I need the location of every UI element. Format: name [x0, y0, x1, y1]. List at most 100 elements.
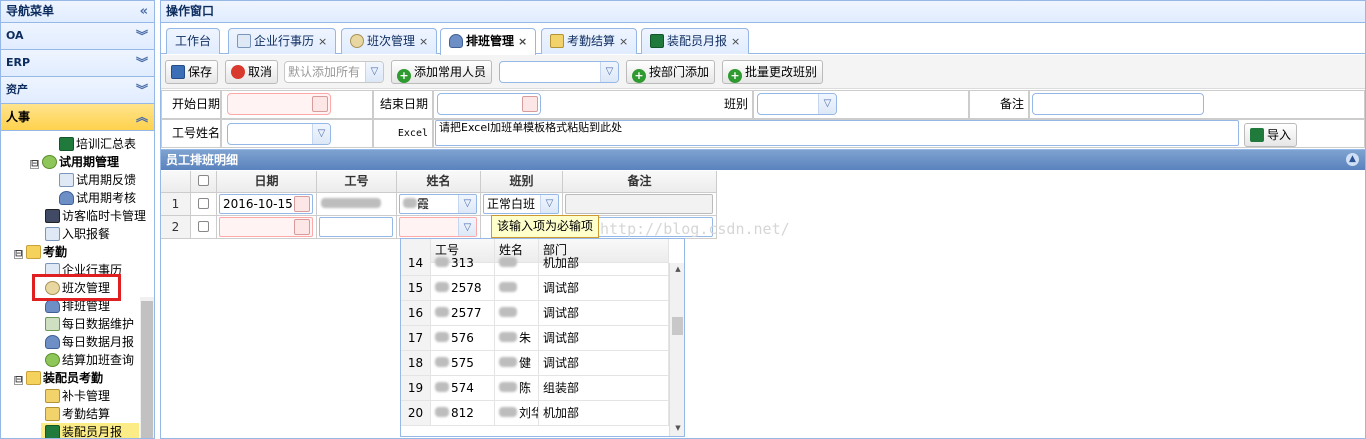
excel-paste-textarea[interactable]: 请把Excel加班单模板格式粘贴到此处 — [435, 120, 1239, 146]
chevron-down-icon[interactable]: ▽ — [365, 62, 383, 82]
row-name-select[interactable]: 霞 ▽ — [399, 194, 477, 214]
dropdown-employee-id[interactable]: 2578 — [431, 276, 495, 301]
dropdown-employee-id[interactable]: 575 — [431, 351, 495, 376]
header-name[interactable]: 姓名 — [397, 171, 481, 193]
dropdown-employee-id[interactable]: 2577 — [431, 301, 495, 326]
row-date-input[interactable] — [219, 217, 313, 237]
row-checkbox[interactable] — [198, 221, 209, 232]
scroll-down-icon[interactable]: ▼ — [670, 424, 684, 434]
accordion-erp[interactable]: ERP ︾ — [1, 50, 154, 77]
header-employee-id[interactable]: 工号 — [317, 171, 397, 193]
default-add-all-select[interactable]: 默认添加所有 ▽ — [284, 61, 384, 83]
dropdown-employee-name[interactable] — [495, 276, 539, 301]
chevron-down-icon[interactable]: ︾ — [136, 23, 148, 49]
calendar-icon[interactable] — [294, 219, 310, 235]
employee-dropdown-grid[interactable]: 工号 姓名 部门 14 313 机加部 15 2578 调试部 16 2577 调试部 17 576… — [400, 238, 685, 437]
dropdown-employee-id[interactable]: 576 — [431, 326, 495, 351]
chevron-up-icon[interactable]: ︽ — [136, 104, 148, 130]
save-button[interactable]: 保存 — [165, 60, 219, 84]
dropdown-employee-name[interactable] — [495, 301, 539, 326]
chevron-down-icon[interactable]: ▽ — [818, 94, 836, 114]
scroll-up-icon[interactable]: ▲ — [670, 265, 684, 275]
dropdown-row-number[interactable]: 14 — [401, 251, 431, 276]
tree-item-overtime-query[interactable]: 结算加班查询 — [45, 351, 134, 369]
dropdown-employee-id[interactable]: 812 — [431, 401, 495, 426]
dropdown-row-number[interactable]: 18 — [401, 351, 431, 376]
collapse-node-icon[interactable]: ⊟ — [14, 250, 23, 259]
shift-select[interactable]: ▽ — [757, 93, 837, 115]
select-all-checkbox[interactable] — [198, 175, 209, 186]
remark-input[interactable] — [1032, 93, 1204, 115]
header-date[interactable]: 日期 — [217, 171, 317, 193]
tab-schedule-management[interactable]: 排班管理 × — [440, 28, 537, 55]
row-date-input[interactable]: 2016-10-15 — [219, 194, 313, 214]
chevron-down-icon[interactable]: ︾ — [136, 77, 148, 103]
dropdown-department[interactable]: 机加部 — [539, 251, 669, 276]
tab-attendance-settlement[interactable]: 考勤结算 × — [541, 28, 638, 54]
batch-change-shift-button[interactable]: + 批量更改班别 — [722, 60, 824, 84]
dropdown-employee-name[interactable]: 朱 — [495, 326, 539, 351]
dropdown-row-number[interactable]: 15 — [401, 276, 431, 301]
dropdown-employee-name[interactable]: 陈 — [495, 376, 539, 401]
chevron-down-icon[interactable]: ▽ — [458, 195, 476, 213]
chevron-down-icon[interactable]: ▽ — [600, 62, 618, 82]
row-remark-input[interactable] — [565, 194, 713, 214]
tab-assembler-monthly[interactable]: 装配员月报 × — [641, 28, 750, 54]
end-date-input[interactable] — [437, 93, 541, 115]
close-icon[interactable]: × — [318, 35, 327, 48]
cancel-button[interactable]: 取消 — [225, 60, 279, 84]
chevron-down-icon[interactable]: ▽ — [458, 218, 476, 236]
add-by-department-button[interactable]: + 按部门添加 — [626, 60, 716, 84]
collapse-panel-icon[interactable]: ▲ — [1346, 153, 1359, 166]
tab-company-calendar[interactable]: 企业行事历 × — [228, 28, 337, 54]
calendar-icon[interactable] — [294, 196, 310, 212]
dropdown-department[interactable]: 调试部 — [539, 326, 669, 351]
dropdown-row-number[interactable]: 16 — [401, 301, 431, 326]
tree-item-onboarding-meal[interactable]: 入职报餐 — [45, 225, 110, 243]
dropdown-employee-name[interactable]: 健 — [495, 351, 539, 376]
close-icon[interactable]: × — [419, 35, 428, 48]
collapse-sidebar-icon[interactable]: « — [140, 1, 148, 22]
header-shift[interactable]: 班别 — [481, 171, 563, 193]
accordion-hr[interactable]: 人事 ︽ — [1, 104, 154, 131]
calendar-icon[interactable] — [522, 96, 538, 112]
collapse-node-icon[interactable]: ⊟ — [30, 160, 39, 169]
employee-select[interactable]: ▽ — [227, 123, 331, 145]
collapse-node-icon[interactable]: ⊟ — [14, 376, 23, 385]
start-date-input[interactable] — [227, 93, 331, 115]
tree-item-training-summary[interactable]: 培训汇总表 — [59, 135, 136, 153]
chevron-down-icon[interactable]: ▽ — [312, 124, 330, 144]
tree-item-probation-review[interactable]: 试用期考核 — [59, 189, 136, 207]
tree-item-assembler-attendance[interactable]: ⊟ 装配员考勤 — [14, 369, 103, 387]
dropdown-department[interactable]: 调试部 — [539, 351, 669, 376]
header-remark[interactable]: 备注 — [563, 171, 717, 193]
dropdown-department[interactable]: 调试部 — [539, 276, 669, 301]
row-name-select[interactable]: ▽ — [399, 217, 477, 237]
tree-item-probation-feedback[interactable]: 试用期反馈 — [59, 171, 136, 189]
dropdown-employee-id[interactable]: 574 — [431, 376, 495, 401]
calendar-icon[interactable] — [312, 96, 328, 112]
accordion-oa[interactable]: OA ︾ — [1, 23, 154, 50]
close-icon[interactable]: × — [731, 35, 740, 48]
import-button[interactable]: 导入 — [1244, 123, 1298, 147]
tree-item-assembler-monthly[interactable]: 装配员月报 — [41, 423, 139, 438]
tree-item-attendance[interactable]: ⊟ 考勤 — [14, 243, 67, 261]
dropdown-employee-name[interactable]: 刘华 — [495, 401, 539, 426]
tree-item-probation[interactable]: ⊟ 试用期管理 — [30, 153, 119, 171]
dropdown-employee-id[interactable]: 313 — [431, 251, 495, 276]
dropdown-scrollbar[interactable]: ▲ ▼ — [669, 263, 684, 436]
tree-item-attendance-settlement[interactable]: 考勤结算 — [45, 405, 110, 423]
scrollbar-thumb[interactable] — [141, 301, 153, 438]
dropdown-row-number[interactable]: 17 — [401, 326, 431, 351]
dropdown-department[interactable]: 调试部 — [539, 301, 669, 326]
close-icon[interactable]: × — [619, 35, 628, 48]
dropdown-row-number[interactable]: 20 — [401, 401, 431, 426]
dropdown-employee-name[interactable] — [495, 251, 539, 276]
tree-item-daily-monthly[interactable]: 每日数据月报 — [45, 333, 134, 351]
tree-item-visitor-card[interactable]: 访客临时卡管理 — [45, 207, 146, 225]
scrollbar-thumb[interactable] — [672, 317, 683, 335]
chevron-down-icon[interactable]: ︾ — [136, 50, 148, 76]
tab-workbench[interactable]: 工作台 — [166, 28, 221, 54]
sidebar-scrollbar[interactable] — [140, 297, 154, 438]
row-employee-id-input[interactable] — [319, 217, 393, 237]
